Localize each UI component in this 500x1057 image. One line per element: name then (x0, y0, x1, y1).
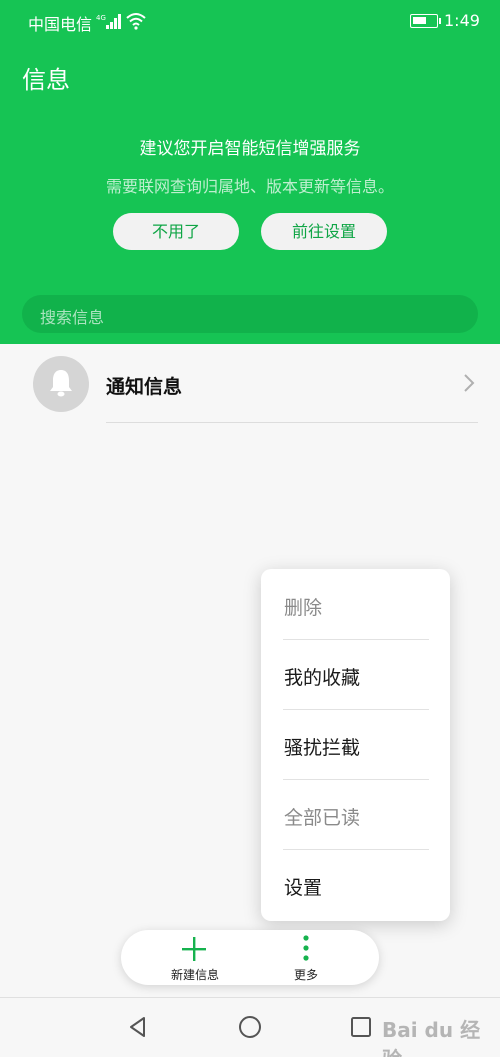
battery-icon (410, 14, 441, 28)
back-icon[interactable] (126, 1015, 150, 1039)
menu-item-label: 我的收藏 (284, 667, 361, 689)
plus-icon (182, 937, 206, 961)
carrier-name: 中国电信 (28, 15, 93, 34)
decline-button[interactable]: 不用了 (113, 213, 239, 250)
recent-apps-icon[interactable] (350, 1016, 372, 1038)
watermark-text: Bai du 经验 (382, 1018, 481, 1057)
chevron-right-icon (464, 374, 475, 392)
watermark-logo: Bai du 经验 (382, 1004, 492, 1057)
bottom-action-bar: 新建信息 更多 (121, 930, 379, 985)
status-bar: 中国电信 4G 1:49 (0, 0, 500, 40)
banner-subtitle: 需要联网查询归属地、版本更新等信息。 (105, 177, 394, 196)
conversation-row[interactable]: 通知信息 (0, 344, 500, 424)
search-input[interactable]: 搜索信息 (22, 295, 478, 333)
menu-item-delete[interactable]: 删除 (261, 569, 450, 639)
menu-item-label: 设置 (284, 877, 323, 899)
go-to-settings-button[interactable]: 前往设置 (261, 213, 387, 250)
row-divider (106, 422, 478, 423)
wifi-icon (126, 13, 146, 30)
menu-item-label: 删除 (284, 597, 323, 619)
home-icon[interactable] (238, 1015, 262, 1039)
clock: 1:49 (444, 11, 480, 30)
avatar (33, 356, 89, 412)
menu-item-label: 骚扰拦截 (284, 737, 361, 759)
conversation-title: 通知信息 (106, 376, 183, 398)
more-label: 更多 (293, 968, 318, 982)
header: 中国电信 4G 1:49 信息 建议您开启智能短信增强服务 需要联网查询归属地、… (0, 0, 500, 344)
menu-item-mark-all-read[interactable]: 全部已读 (261, 779, 450, 849)
menu-item-label: 全部已读 (284, 807, 361, 829)
bell-icon (50, 370, 72, 397)
menu-item-settings[interactable]: 设置 (261, 849, 450, 919)
more-button[interactable]: 更多 (271, 930, 341, 985)
banner-title: 建议您开启智能短信增强服务 (139, 139, 361, 159)
menu-item-spam-block[interactable]: 骚扰拦截 (261, 709, 450, 779)
search-placeholder: 搜索信息 (40, 308, 105, 327)
signal-icon: 4G (96, 14, 121, 29)
svg-text:4G: 4G (96, 14, 106, 22)
page-title: 信息 (22, 66, 70, 94)
more-vertical-icon (303, 935, 309, 961)
new-message-button[interactable]: 新建信息 (155, 930, 235, 985)
overflow-menu: 删除 我的收藏 骚扰拦截 全部已读 设置 (261, 569, 450, 921)
menu-item-favorites[interactable]: 我的收藏 (261, 639, 450, 709)
new-message-label: 新建信息 (170, 968, 219, 982)
